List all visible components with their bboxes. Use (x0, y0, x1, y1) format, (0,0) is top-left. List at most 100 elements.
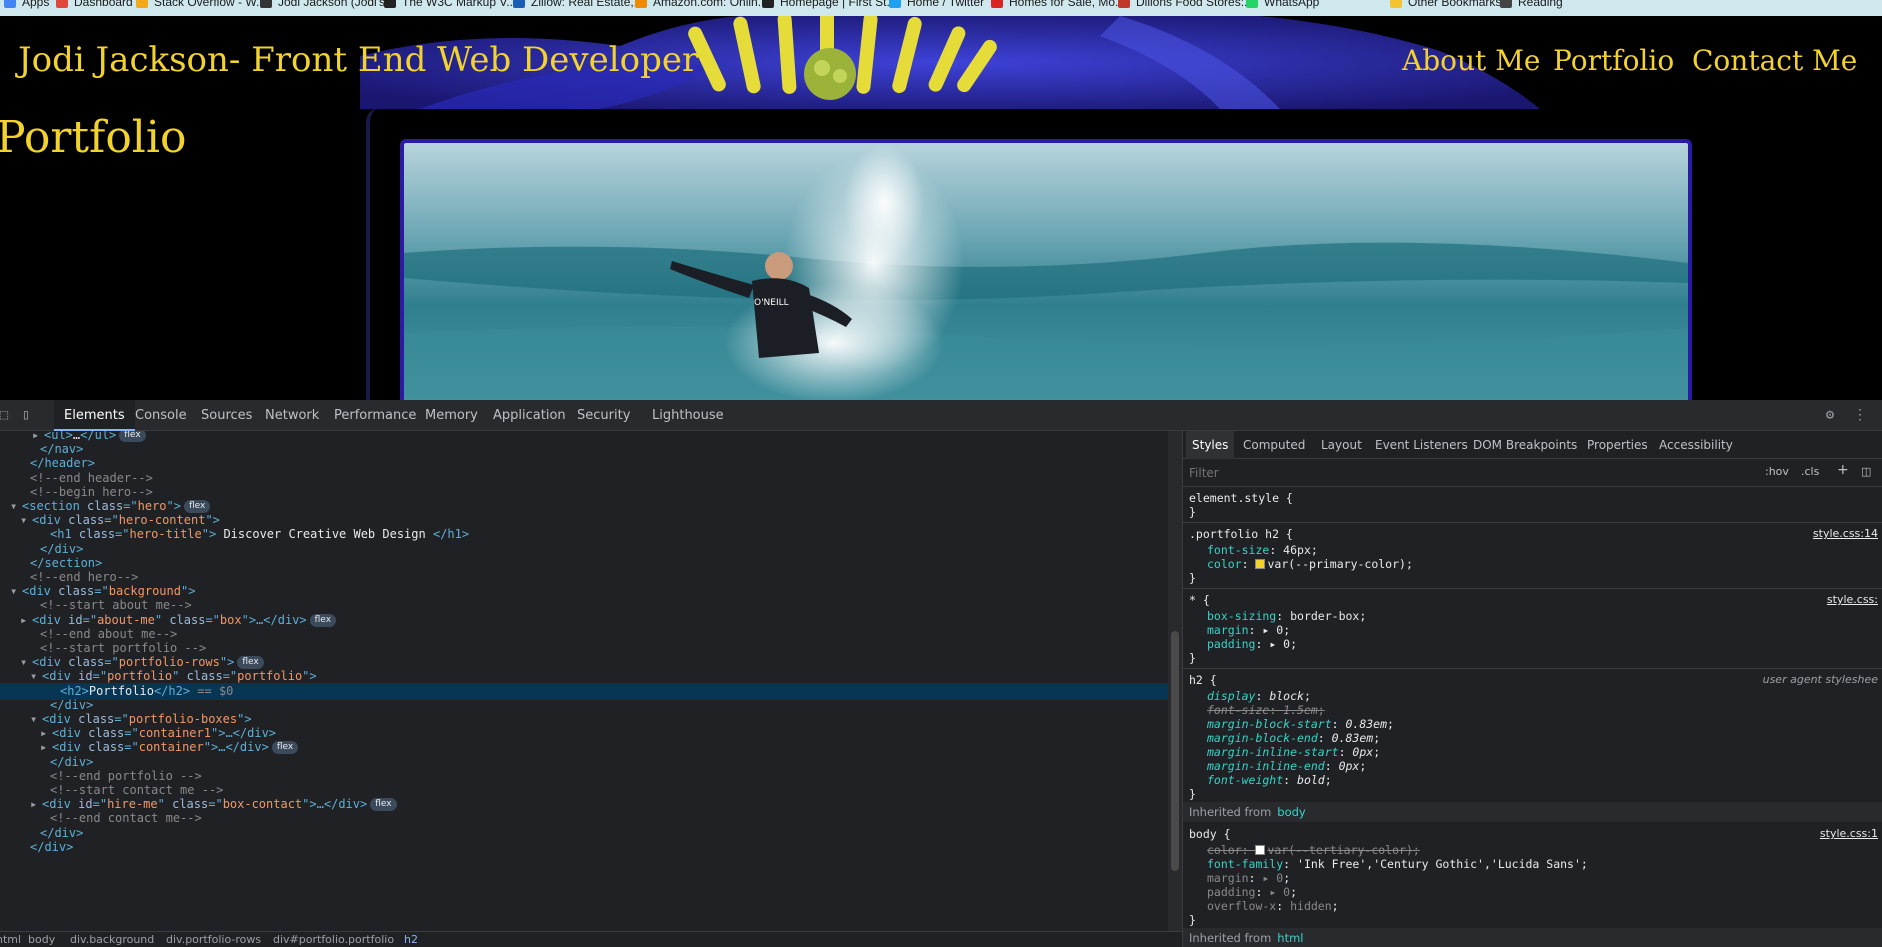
tab-accessibility[interactable]: Accessibility (1659, 431, 1733, 459)
breadcrumb-item[interactable]: html (0, 933, 21, 946)
html-attr-value: about-me (97, 612, 155, 627)
tab-sources[interactable]: Sources (201, 400, 252, 431)
rule-source-link[interactable]: style.css:1 (1820, 827, 1878, 840)
bookmark-item[interactable]: Apps (4, 0, 49, 9)
breadcrumb-item[interactable]: div.portfolio-rows (166, 933, 261, 946)
portfolio-surfer-photo[interactable]: O'NEILL (400, 139, 1692, 400)
tab-security[interactable]: Security (577, 400, 630, 431)
css-declaration[interactable]: margin-inline-start: 0px; (1207, 745, 1380, 759)
tab-console[interactable]: Console (135, 400, 187, 431)
css-declaration[interactable]: font-family: 'Ink Free','Century Gothic'… (1207, 857, 1588, 871)
flex-badge[interactable]: flex (271, 741, 299, 755)
css-declaration[interactable]: padding: ▸ 0; (1207, 637, 1297, 651)
bookmark-item[interactable]: Dashboard (56, 0, 133, 9)
pane-splitter[interactable] (1168, 431, 1182, 931)
html-close-tag: </h2> (153, 683, 191, 698)
rule-selector-body[interactable]: body { (1189, 827, 1231, 841)
css-declaration[interactable]: margin-block-start: 0.83em; (1207, 717, 1394, 731)
tab-computed[interactable]: Computed (1243, 431, 1305, 459)
bookmark-item[interactable]: Stack Overflow - W... (136, 0, 266, 9)
toggle-sidebar-icon[interactable]: ◫ (1861, 465, 1871, 478)
css-declaration-overridden[interactable]: font-size: 1.5em; (1207, 703, 1325, 717)
collapsed-children: …</div> (316, 797, 368, 812)
rule-selector-universal[interactable]: * { (1189, 593, 1210, 607)
rule-source-link[interactable]: style.css: (1827, 593, 1878, 606)
bookmark-item[interactable]: Dillons Food Stores:... (1118, 0, 1254, 9)
css-declaration[interactable]: display: block; (1207, 689, 1311, 703)
rule-source-link[interactable]: style.css:14 (1813, 527, 1878, 540)
css-declaration[interactable]: margin-block-end: 0.83em; (1207, 731, 1380, 745)
tab-event-listeners[interactable]: Event Listeners (1375, 431, 1468, 459)
bookmark-label: Stack Overflow - W... (154, 0, 267, 9)
rule-selector-h2-user-agent[interactable]: h2 { (1189, 673, 1217, 687)
dom-scrollbar-thumb[interactable] (1171, 631, 1179, 871)
hov-toggle-button[interactable]: :hov (1765, 465, 1789, 478)
color-swatch[interactable] (1255, 845, 1266, 855)
inherited-body-link[interactable]: body (1277, 805, 1305, 819)
css-declaration[interactable]: margin: ▸ 0; (1207, 623, 1290, 637)
css-declaration[interactable]: color: var(--primary-color); (1207, 557, 1413, 571)
site-title[interactable]: Jodi Jackson- Front End Web Developer (18, 40, 698, 80)
rule-selector-portfolio-h2[interactable]: .portfolio h2 { (1189, 527, 1293, 541)
inspect-element-icon[interactable]: ⬚ (0, 407, 12, 423)
breadcrumb-item[interactable]: div#portfolio.portfolio (273, 933, 394, 946)
html-attr-quote: " (203, 740, 211, 755)
more-options-icon[interactable]: ⋮ (1852, 407, 1868, 423)
html-attr-value: portfolio-boxes (128, 712, 238, 726)
bookmark-item[interactable]: The W3C Markup V... (384, 0, 516, 9)
css-declaration-inactive[interactable]: margin: ▸ 0; (1207, 871, 1290, 885)
inherited-html-link[interactable]: html (1277, 931, 1303, 945)
css-property: margin (1207, 623, 1249, 637)
new-rule-button[interactable]: + (1837, 462, 1849, 478)
flex-badge[interactable]: flex (309, 613, 337, 627)
flex-badge[interactable]: flex (370, 798, 397, 812)
tab-lighthouse[interactable]: Lighthouse (652, 400, 724, 431)
device-toolbar-icon[interactable]: ▯ (18, 407, 34, 423)
breadcrumb-item[interactable]: body (28, 933, 55, 946)
flex-badge[interactable]: flex (237, 656, 264, 670)
bookmark-item[interactable]: Homes for Sale, Mo... (991, 0, 1125, 9)
css-declaration-overridden[interactable]: color: var(--tertiary-color); (1207, 843, 1420, 857)
styles-pane: Styles Computed Layout Event Listeners D… (1182, 431, 1882, 947)
nav-link-about-me[interactable]: About Me (1402, 44, 1540, 77)
tab-elements[interactable]: Elements (54, 400, 135, 431)
bookmark-item[interactable]: Reading (1500, 0, 1563, 9)
breadcrumb-item[interactable]: h2 (404, 933, 418, 946)
tab-dom-breakpoints[interactable]: DOM Breakpoints (1473, 431, 1577, 459)
tab-network[interactable]: Network (265, 400, 319, 431)
tab-properties[interactable]: Properties (1587, 431, 1648, 459)
bookmark-item[interactable]: WhatsApp (1246, 0, 1319, 9)
bookmark-item[interactable]: Other Bookmarks (1390, 0, 1501, 9)
tab-layout[interactable]: Layout (1321, 431, 1362, 459)
cls-toggle-button[interactable]: .cls (1801, 465, 1819, 478)
bookmark-item[interactable]: Homepage | First St... (762, 0, 897, 9)
collapsed-children: …</div> (218, 740, 269, 755)
styles-filter-input[interactable] (1189, 463, 1759, 483)
css-declaration[interactable]: box-sizing: border-box; (1207, 609, 1366, 623)
bookmark-item[interactable]: Zillow: Real Estate,... (513, 0, 644, 9)
css-property: font-family (1207, 857, 1284, 871)
tab-memory[interactable]: Memory (425, 400, 478, 431)
css-declaration[interactable]: margin-inline-end: 0px; (1207, 759, 1366, 773)
bookmark-item[interactable]: Home / Twitter (889, 0, 984, 9)
element-style-selector[interactable]: element.style { (1189, 491, 1293, 505)
flex-badge[interactable]: flex (184, 500, 211, 513)
settings-gear-icon[interactable]: ⚙ (1822, 407, 1838, 423)
css-declaration[interactable]: font-size: 46px; (1207, 543, 1318, 557)
color-swatch[interactable] (1255, 559, 1266, 569)
css-declaration-inactive[interactable]: overflow-x: hidden; (1207, 899, 1339, 913)
tab-application[interactable]: Application (493, 400, 566, 431)
nav-link-contact-me[interactable]: Contact Me (1692, 44, 1857, 77)
bookmark-item[interactable]: Jodi Jackson (Jodi's... (260, 0, 395, 9)
tab-styles[interactable]: Styles (1186, 431, 1235, 459)
rule-close: } (1189, 913, 1196, 927)
dom-node[interactable]: </div> (0, 839, 1168, 856)
bookmark-item[interactable]: Amazon.com: Onlin... (635, 0, 768, 9)
tab-performance[interactable]: Performance (334, 400, 416, 431)
breadcrumb-item[interactable]: div.background (70, 933, 154, 946)
nav-link-portfolio[interactable]: Portfolio (1553, 44, 1674, 77)
css-declaration-inactive[interactable]: padding: ▸ 0; (1207, 885, 1297, 899)
css-value: var(--tertiary-color) (1267, 843, 1413, 857)
css-declaration[interactable]: font-weight: bold; (1207, 773, 1332, 787)
html-attr-value: hero-title (129, 527, 202, 542)
